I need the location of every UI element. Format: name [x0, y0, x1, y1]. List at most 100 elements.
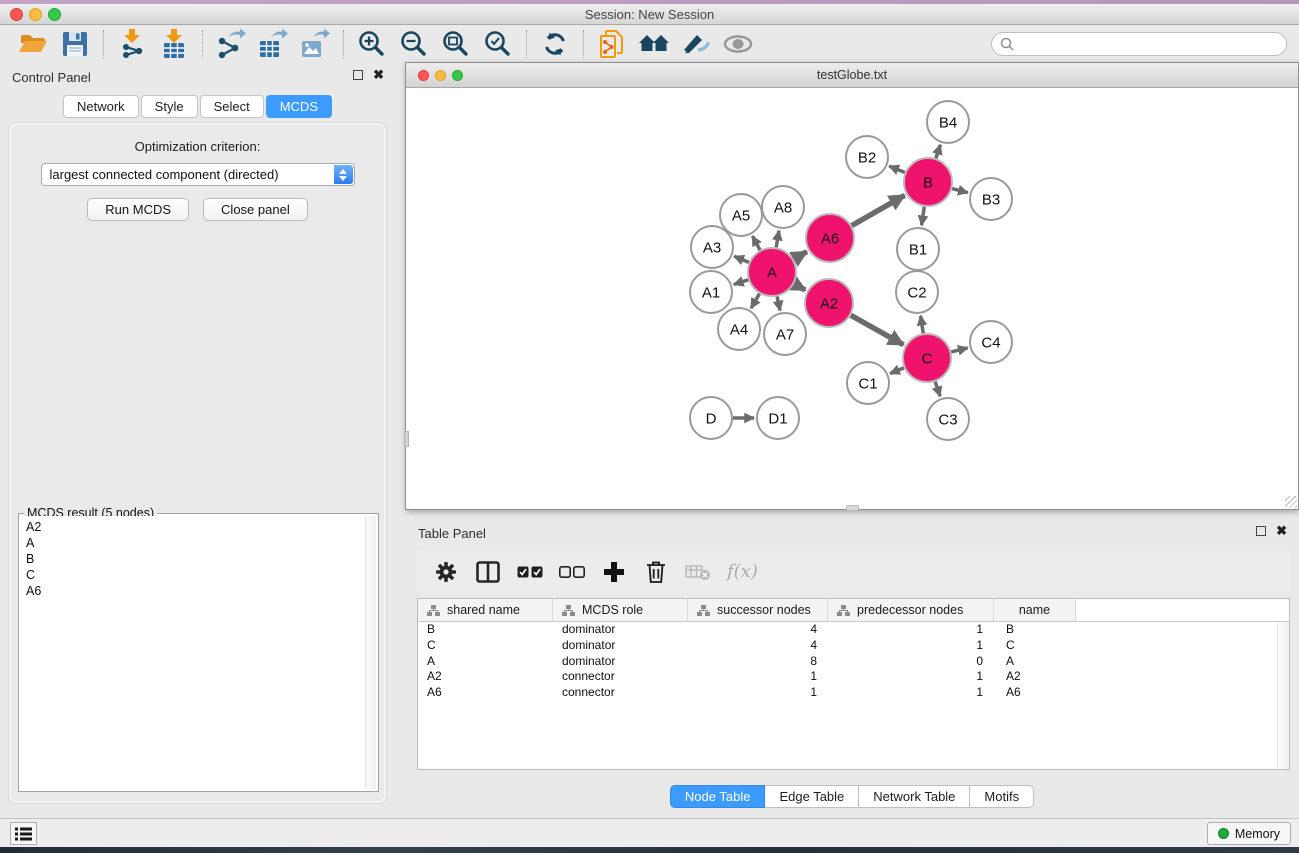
show-all-icon[interactable]: [717, 27, 759, 61]
edge-A-A1[interactable]: [734, 280, 748, 285]
table-row[interactable]: A6connector11A6: [418, 685, 1289, 701]
splitter-handle-bottom[interactable]: [846, 505, 859, 511]
table-row[interactable]: Adominator80A: [418, 654, 1289, 670]
edge-B-B1[interactable]: [922, 207, 925, 226]
table-row[interactable]: A2connector11A2: [418, 669, 1289, 685]
edge-A6-B[interactable]: [852, 195, 905, 225]
splitter-handle-left[interactable]: [404, 431, 409, 447]
mcds-result-item[interactable]: B: [26, 551, 376, 567]
result-scrollbar[interactable]: [365, 516, 376, 789]
delete-table-icon[interactable]: [683, 559, 713, 585]
edge-A-A2[interactable]: [794, 284, 805, 290]
cell[interactable]: 8: [688, 654, 828, 670]
cell[interactable]: A2: [418, 669, 553, 685]
edge-B-B4[interactable]: [936, 145, 941, 159]
first-neighbors-icon[interactable]: [633, 27, 675, 61]
edge-A-A3[interactable]: [734, 256, 749, 262]
run-mcds-button[interactable]: Run MCDS: [87, 198, 189, 221]
edge-B-B3[interactable]: [952, 189, 968, 193]
tab-mcds[interactable]: MCDS: [266, 95, 332, 118]
import-table-icon[interactable]: [153, 27, 195, 61]
edge-A-A5[interactable]: [752, 236, 760, 250]
cell[interactable]: 0: [828, 654, 994, 670]
tab-node-table[interactable]: Node Table: [670, 785, 766, 808]
search-field[interactable]: [991, 32, 1287, 56]
export-network-icon[interactable]: [210, 27, 252, 61]
cell[interactable]: 1: [828, 622, 994, 638]
mcds-result-item[interactable]: A2: [26, 519, 376, 535]
cell[interactable]: 1: [828, 685, 994, 701]
network-canvas[interactable]: B4B2BB3A5A8A6A3B1AA1C2A2A4A7C4CC1C3DD1: [406, 89, 1298, 509]
cell[interactable]: 4: [688, 638, 828, 654]
zoom-selected-icon[interactable]: [477, 27, 519, 61]
export-table-icon[interactable]: [252, 27, 294, 61]
tab-network[interactable]: Network: [63, 95, 139, 118]
add-column-icon[interactable]: [599, 559, 629, 585]
close-panel-button[interactable]: Close panel: [203, 198, 308, 221]
edge-B-B2[interactable]: [889, 166, 905, 172]
columns-icon[interactable]: [473, 559, 503, 585]
optimization-criterion-select[interactable]: largest connected component (directed): [41, 163, 355, 186]
table-row[interactable]: Cdominator41C: [418, 638, 1289, 654]
tab-network-table[interactable]: Network Table: [859, 785, 970, 808]
column-header-name[interactable]: name: [994, 599, 1076, 622]
column-header-MCDS-role[interactable]: MCDS role: [553, 599, 688, 622]
table-scrollbar[interactable]: [1277, 622, 1289, 769]
cell[interactable]: A6: [418, 685, 553, 701]
hide-selected-icon[interactable]: [675, 27, 717, 61]
delete-icon[interactable]: [641, 559, 671, 585]
edge-C-C3[interactable]: [935, 382, 940, 397]
cell[interactable]: A: [418, 654, 553, 670]
edge-A-A6[interactable]: [794, 252, 807, 260]
function-builder-icon[interactable]: f(x): [727, 561, 758, 582]
task-history-button[interactable]: [10, 822, 37, 845]
select-all-icon[interactable]: [515, 559, 545, 585]
edge-A-A4[interactable]: [751, 294, 759, 309]
float-panel-icon[interactable]: [353, 70, 363, 80]
memory-button[interactable]: Memory: [1207, 822, 1291, 845]
tab-style[interactable]: Style: [141, 95, 198, 118]
cell[interactable]: 4: [688, 622, 828, 638]
tab-select[interactable]: Select: [200, 95, 264, 118]
tab-motifs[interactable]: Motifs: [970, 785, 1034, 808]
mcds-result-item[interactable]: A6: [26, 583, 376, 599]
zoom-in-icon[interactable]: [351, 27, 393, 61]
edge-A2-C[interactable]: [851, 315, 904, 345]
zoom-out-icon[interactable]: [393, 27, 435, 61]
mcds-result-item[interactable]: A: [26, 535, 376, 551]
network-graph[interactable]: B4B2BB3A5A8A6A3B1AA1C2A2A4A7C4CC1C3DD1: [406, 89, 1298, 509]
column-header-predecessor-nodes[interactable]: predecessor nodes: [828, 599, 994, 622]
zoom-fit-icon[interactable]: [435, 27, 477, 61]
table-row[interactable]: Bdominator41B: [418, 622, 1289, 638]
mcds-result-list[interactable]: A2ABCA6: [21, 516, 376, 789]
edge-C-C1[interactable]: [890, 368, 904, 374]
cell[interactable]: B: [418, 622, 553, 638]
cell[interactable]: 1: [828, 669, 994, 685]
close-table-panel-icon[interactable]: ✖: [1276, 526, 1287, 536]
cell[interactable]: connector: [553, 685, 688, 701]
import-network-icon[interactable]: [111, 27, 153, 61]
column-header-successor-nodes[interactable]: successor nodes: [688, 599, 828, 622]
refresh-icon[interactable]: [534, 27, 576, 61]
cell[interactable]: A2: [994, 669, 1076, 685]
search-input[interactable]: [1020, 37, 1278, 51]
clone-network-icon[interactable]: [591, 27, 633, 61]
edge-C-C2[interactable]: [921, 316, 924, 334]
save-session-icon[interactable]: [54, 27, 96, 61]
cell[interactable]: connector: [553, 669, 688, 685]
cell[interactable]: 1: [688, 685, 828, 701]
edge-A-A7[interactable]: [777, 296, 780, 310]
edge-C-C4[interactable]: [951, 348, 967, 352]
network-window-titlebar[interactable]: testGlobe.txt: [406, 63, 1298, 88]
cell[interactable]: dominator: [553, 622, 688, 638]
cell[interactable]: dominator: [553, 654, 688, 670]
cell[interactable]: B: [994, 622, 1076, 638]
cell[interactable]: 1: [688, 669, 828, 685]
export-image-icon[interactable]: [294, 27, 336, 61]
mcds-result-item[interactable]: C: [26, 567, 376, 583]
column-header-shared-name[interactable]: shared name: [418, 599, 553, 622]
gear-icon[interactable]: [431, 559, 461, 585]
open-session-icon[interactable]: [12, 27, 54, 61]
float-table-panel-icon[interactable]: [1256, 526, 1266, 536]
deselect-all-icon[interactable]: [557, 559, 587, 585]
